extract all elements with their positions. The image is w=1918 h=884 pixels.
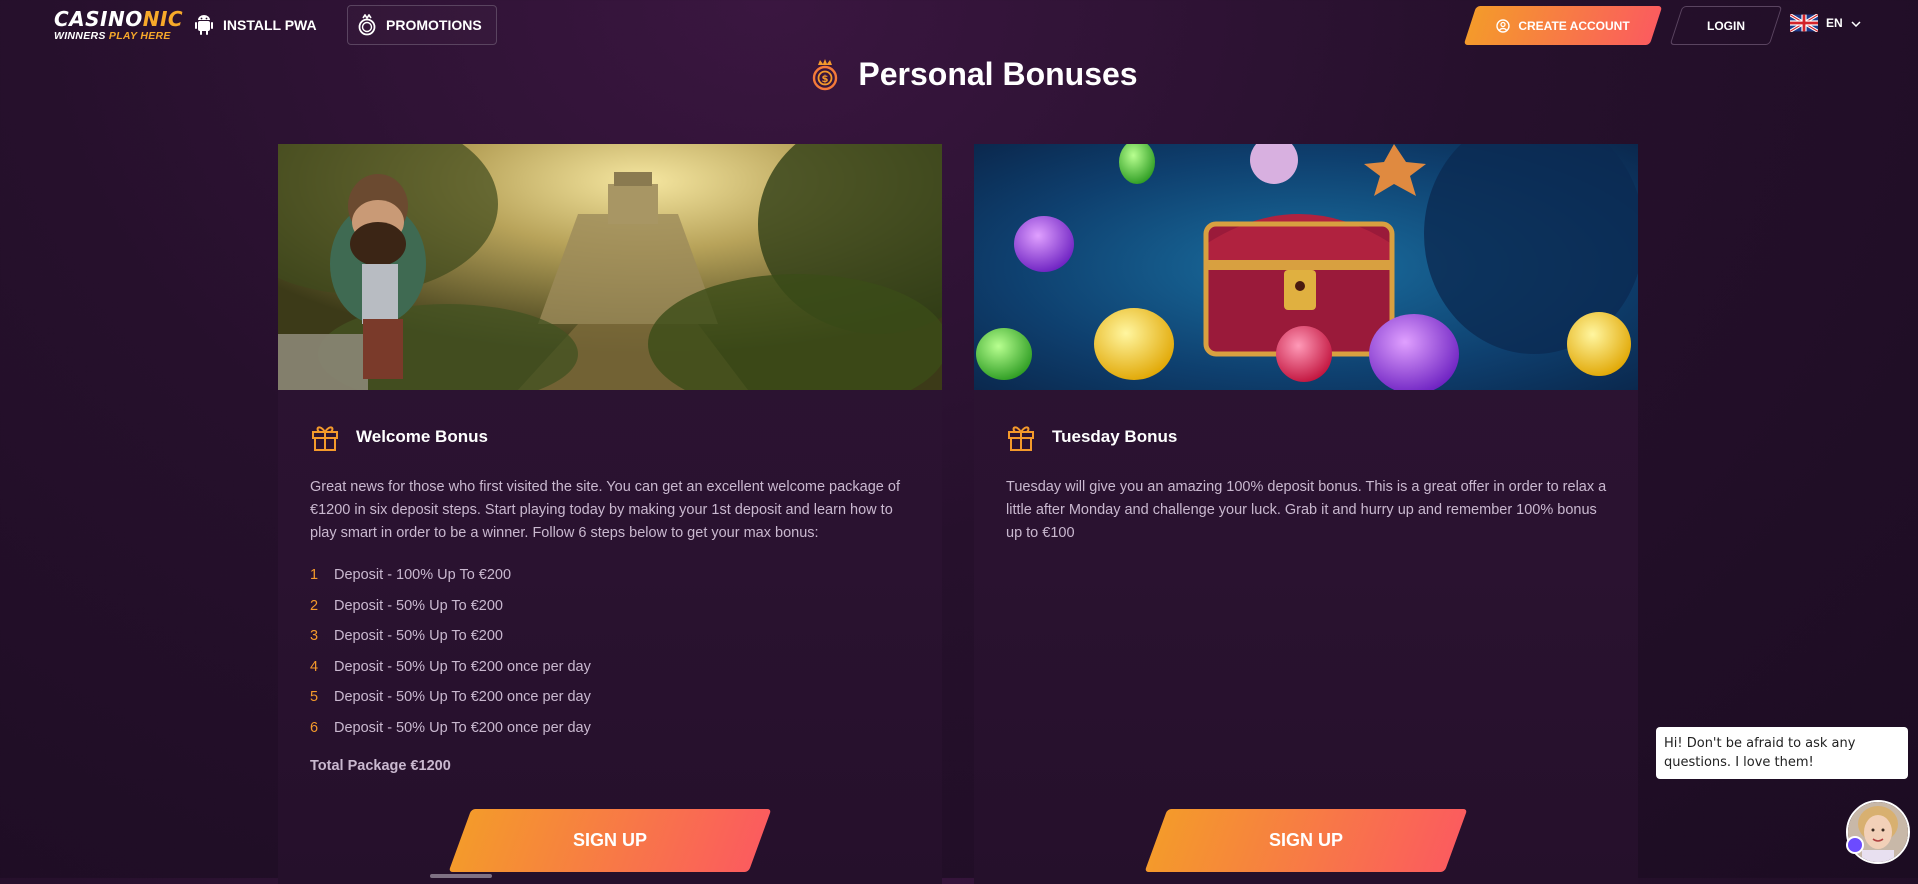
android-icon (195, 15, 213, 35)
scroll-indicator (430, 874, 492, 878)
list-item: 2 Deposit - 50% Up To €200 (310, 591, 591, 622)
coin-crown-icon: $ (810, 58, 840, 91)
page-heading: Personal Bonuses (858, 56, 1138, 92)
login-button[interactable]: LOGIN (1669, 6, 1783, 45)
chat-avatar[interactable] (1846, 800, 1910, 864)
tuesday-bonus-description: Tuesday will give you an amazing 100% de… (1006, 479, 1607, 541)
page-title: $ Personal Bonuses (0, 56, 1918, 93)
install-pwa-label: INSTALL PWA (223, 17, 317, 33)
list-item: 4 Deposit - 50% Up To €200 once per day (310, 652, 591, 683)
svg-text:$: $ (822, 74, 829, 85)
total-package: Total Package €1200 (310, 758, 451, 774)
casino-logo[interactable]: CASINONIC WINNERS PLAY HERE (54, 9, 183, 42)
tuesday-bonus-card: Tuesday Bonus Tuesday will give you an a… (974, 144, 1638, 884)
welcome-bonus-description: Great news for those who first visited t… (310, 479, 900, 541)
promotions-label: PROMOTIONS (386, 17, 482, 33)
tuesday-bonus-title: Tuesday Bonus (1052, 427, 1178, 446)
step-text: Deposit - 100% Up To €200 (334, 567, 512, 584)
welcome-signup-button[interactable]: SIGN UP (448, 809, 772, 872)
list-item: 6 Deposit - 50% Up To €200 once per day (310, 713, 591, 744)
coin-icon (358, 14, 376, 36)
step-text: Deposit - 50% Up To €200 (334, 597, 504, 614)
welcome-bonus-banner (278, 144, 942, 390)
tuesday-signup-button[interactable]: SIGN UP (1144, 809, 1468, 872)
welcome-bonus-title: Welcome Bonus (356, 427, 488, 446)
step-text: Deposit - 50% Up To €200 once per day (334, 658, 591, 675)
gift-icon (1006, 422, 1036, 452)
user-circle-icon (1496, 18, 1511, 33)
chat-online-indicator (1846, 836, 1864, 854)
list-item: 1 Deposit - 100% Up To €200 (310, 560, 591, 591)
install-pwa-button[interactable]: INSTALL PWA (195, 5, 317, 45)
logo-tagline: WINNERS PLAY HERE (54, 30, 171, 42)
signup-label: SIGN UP (572, 830, 647, 850)
chevron-down-icon (1851, 16, 1861, 30)
list-item: 3 Deposit - 50% Up To €200 (310, 621, 591, 652)
create-account-label: CREATE ACCOUNT (1518, 18, 1630, 33)
list-item: 5 Deposit - 50% Up To €200 once per day (310, 682, 591, 713)
welcome-bonus-header: Welcome Bonus (310, 422, 488, 452)
step-number: 3 (310, 628, 319, 645)
top-header: CASINONIC WINNERS PLAY HERE INSTALL PWA … (0, 0, 1918, 50)
language-code: EN (1826, 16, 1843, 30)
step-text: Deposit - 50% Up To €200 once per day (334, 719, 591, 736)
chat-greeting-bubble[interactable]: Hi! Don't be afraid to ask any questions… (1656, 727, 1908, 779)
create-account-button[interactable]: CREATE ACCOUNT (1463, 6, 1663, 45)
logo-wordmark: CASINONIC (54, 7, 184, 31)
tuesday-bonus-banner (974, 144, 1638, 390)
step-number: 5 (310, 689, 319, 706)
step-number: 1 (310, 567, 319, 584)
step-text: Deposit - 50% Up To €200 (334, 628, 504, 645)
tuesday-bonus-header: Tuesday Bonus (1006, 422, 1177, 452)
promotions-button[interactable]: PROMOTIONS (347, 5, 497, 45)
step-number: 4 (310, 658, 319, 675)
signup-label: SIGN UP (1268, 830, 1343, 850)
language-selector[interactable]: EN (1790, 14, 1861, 32)
step-number: 6 (310, 719, 319, 736)
login-label: LOGIN (1707, 18, 1745, 33)
uk-flag-icon (1790, 14, 1818, 32)
step-text: Deposit - 50% Up To €200 once per day (334, 689, 591, 706)
step-number: 2 (310, 597, 319, 614)
gift-icon (310, 422, 340, 452)
welcome-bonus-steps: 1 Deposit - 100% Up To €200 2 Deposit - 50… (310, 560, 591, 743)
welcome-bonus-card: Welcome Bonus Great news for those who f… (278, 144, 942, 884)
